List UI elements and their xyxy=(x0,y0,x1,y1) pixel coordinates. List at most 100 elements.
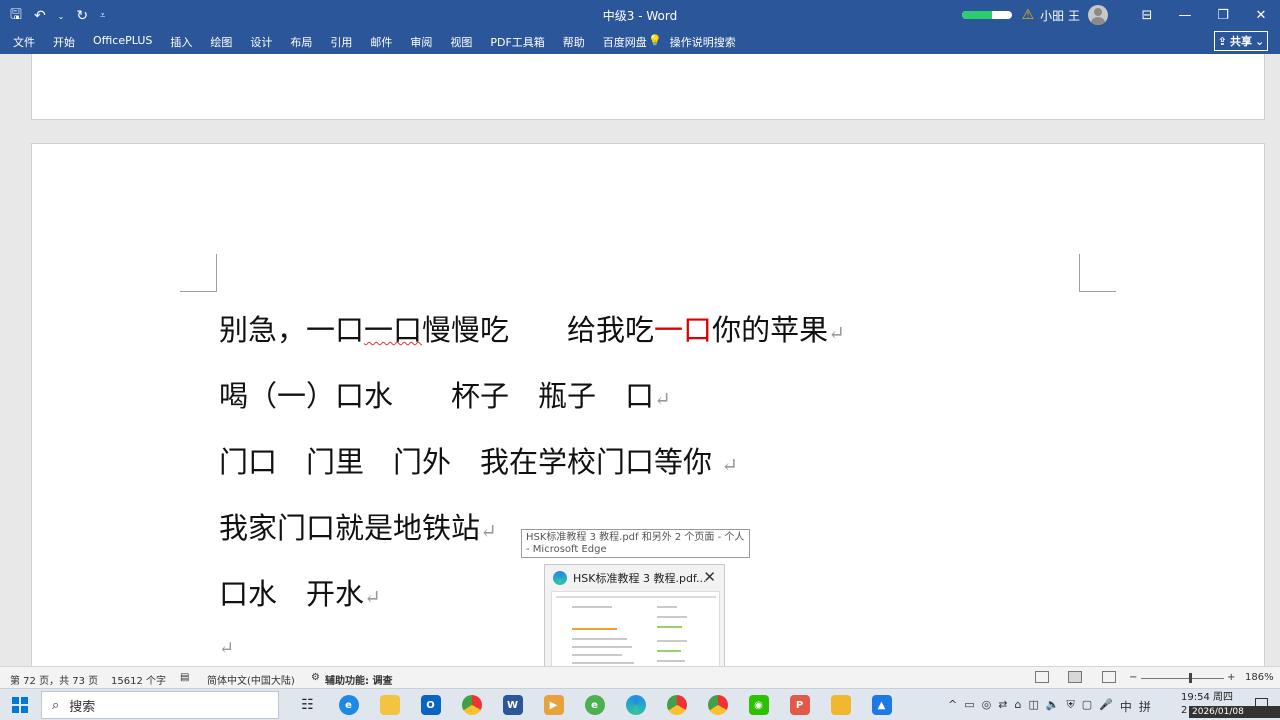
thumbnail-title: HSK标准教程 3 教程.pdf... xyxy=(573,572,707,585)
zoom-slider[interactable] xyxy=(1141,678,1224,679)
tab-2[interactable]: OfficePLUS xyxy=(93,34,152,50)
line-text: 你的苹果 xyxy=(712,313,829,347)
outlook-icon[interactable]: O xyxy=(410,692,451,718)
minimize-icon[interactable]: — xyxy=(1166,8,1204,23)
tab-10[interactable]: 视图 xyxy=(450,34,472,50)
taskbar-tooltip: HSK标准教程 3 教程.pdf 和另外 2 个页面 - 个人 - Micros… xyxy=(521,529,750,558)
paragraph-mark: ↵ xyxy=(828,321,845,345)
network-icon[interactable]: ⌂ xyxy=(1014,698,1021,715)
status-bar: 第 72 页，共 73 页 15612 个字 ▤ 简体中文(中国大陆) ⚙ 辅助… xyxy=(0,666,1280,688)
ribbon-tabs: 文件 开始 OfficePLUS 插入 绘图 设计 布局 引用 邮件 审阅 视图 PDF工具箱 帮助 百度… xyxy=(0,30,1280,54)
page-count[interactable]: 第 72 页，共 73 页 xyxy=(10,672,98,687)
paragraph-mark: ↵ xyxy=(480,519,497,543)
sync-icon[interactable]: ⇄ xyxy=(998,698,1007,715)
accessibility-status[interactable]: 辅助功能: 调查 xyxy=(325,672,392,687)
tell-me-search[interactable]: 💡 操作说明搜索 xyxy=(648,34,736,50)
avatar[interactable] xyxy=(1088,5,1108,25)
chrome-app-icon[interactable] xyxy=(451,692,492,718)
word-count[interactable]: 15612 个字 xyxy=(111,672,166,687)
volume-icon[interactable]: 🔈 xyxy=(1046,698,1060,715)
word-icon[interactable]: W xyxy=(492,692,533,718)
notes-app-icon[interactable] xyxy=(820,692,861,718)
chrome-profile-icon[interactable] xyxy=(697,692,738,718)
time: 19:54 周四 xyxy=(1181,692,1233,703)
tab-11[interactable]: PDF工具箱 xyxy=(490,34,544,50)
document-line-5[interactable]: 口水 开水↵ xyxy=(219,571,381,613)
ime-mode[interactable]: 中 xyxy=(1120,698,1132,715)
chevron-up-icon[interactable]: ^ xyxy=(948,698,957,715)
language[interactable]: 简体中文(中国大陆) xyxy=(207,672,295,687)
ie-green-icon[interactable]: e xyxy=(574,692,615,718)
ribbon-display-options-icon[interactable]: ⊟ xyxy=(1128,8,1166,23)
close-icon[interactable]: ✕ xyxy=(703,568,716,586)
display-icon[interactable]: ▢ xyxy=(1082,698,1092,715)
document-line-1[interactable]: 别急，一口一口慢慢吃 给我吃一口你的苹果↵ xyxy=(219,307,845,349)
previous-page xyxy=(31,54,1265,120)
tab-0[interactable]: 文件 xyxy=(13,34,35,50)
document-line-3[interactable]: 门口 门里 门外 我在学校门口等你 ↵ xyxy=(219,439,738,481)
camera-icon[interactable]: ◫ xyxy=(1028,698,1038,715)
tell-me-label: 操作说明搜索 xyxy=(669,36,736,49)
microphone-icon[interactable]: 🎤 xyxy=(1099,698,1113,715)
photos-icon[interactable]: ▲ xyxy=(861,692,902,718)
line-text: 喝（一）口水 杯子 瓶子 口 xyxy=(219,379,655,413)
search-placeholder: 搜索 xyxy=(69,699,96,715)
tab-8[interactable]: 邮件 xyxy=(370,34,392,50)
tab-list: 文件 开始 OfficePLUS 插入 绘图 设计 布局 引用 邮件 审阅 视图 PDF工具箱 帮助 百度… xyxy=(13,34,665,50)
tab-9[interactable]: 审阅 xyxy=(410,34,432,50)
search-icon: ⌕ xyxy=(52,697,60,713)
line-text: 门口 门里 门外 我在学校门口等你 xyxy=(219,445,722,479)
proofing-icon[interactable]: ▤ xyxy=(180,672,189,683)
pdf-reader-icon[interactable]: P xyxy=(779,692,820,718)
tab-4[interactable]: 绘图 xyxy=(210,34,232,50)
paragraph-mark: ↵ xyxy=(364,585,381,609)
document-line-4[interactable]: 我家门口就是地铁站↵ xyxy=(219,505,497,547)
edge-icon[interactable] xyxy=(615,692,656,718)
tab-3[interactable]: 插入 xyxy=(170,34,192,50)
media-player-icon[interactable]: ▶ xyxy=(533,692,574,718)
warning-icon[interactable]: ⚠ xyxy=(1022,7,1035,23)
storage-icon[interactable]: ▭ xyxy=(964,698,974,715)
chrome-icon[interactable] xyxy=(656,692,697,718)
line-text: 我家门口就是地铁站 xyxy=(219,511,481,545)
screenshot-timestamp: 2026/01/08 19:54:39 xyxy=(1189,706,1280,720)
tab-5[interactable]: 设计 xyxy=(250,34,272,50)
ie-icon[interactable]: e xyxy=(328,692,369,718)
windows-start-icon[interactable] xyxy=(12,697,28,713)
paragraph-mark: ↵ xyxy=(721,453,738,477)
title-bar: 🖫 ↶ ⌄ ↻ ⩡ 中级3 - Word ⚠ 小昍 王 ⊟ — ❐ ✕ xyxy=(0,0,1280,30)
zoom-out-button[interactable]: − xyxy=(1129,672,1137,683)
user-name[interactable]: 小昍 王 xyxy=(1040,7,1080,24)
security-icon[interactable]: ⛨ xyxy=(1067,698,1075,715)
wechat-icon[interactable]: ◉ xyxy=(738,692,779,718)
line-text: 别急，一口 xyxy=(219,313,365,347)
taskbar-search[interactable]: ⌕ 搜索 xyxy=(41,691,279,719)
task-view-icon[interactable]: ☷ xyxy=(287,692,328,718)
read-mode-icon[interactable] xyxy=(1035,671,1049,683)
share-icon: ⇪ xyxy=(1217,34,1227,48)
file-explorer-icon[interactable] xyxy=(369,692,410,718)
system-tray: ^ ▭ ◎ ⇄ ⌂ ◫ 🔈 ⛨ ▢ 🎤 中 拼 xyxy=(948,698,1151,715)
taskbar: ⌕ 搜索 ☷ e O W ▶ e ◉ P ▲ ^ ▭ ◎ ⇄ ⌂ ◫ 🔈 ⛨ ▢… xyxy=(0,688,1280,720)
print-layout-icon[interactable] xyxy=(1068,671,1082,683)
zoom-in-button[interactable]: + xyxy=(1227,672,1235,683)
margin-corner-mark-right xyxy=(1079,254,1116,292)
web-layout-icon[interactable] xyxy=(1102,671,1116,683)
sync-progress-bar xyxy=(961,11,1012,19)
restore-icon[interactable]: ❐ xyxy=(1204,8,1242,23)
chrome-tray-icon[interactable]: ◎ xyxy=(982,698,992,715)
share-button[interactable]: ⇪ 共享 ⌄ xyxy=(1214,31,1268,51)
close-icon[interactable]: ✕ xyxy=(1242,8,1280,23)
ime-pinyin[interactable]: 拼 xyxy=(1139,698,1151,715)
zoom-slider-thumb[interactable] xyxy=(1189,673,1192,683)
tab-1[interactable]: 开始 xyxy=(53,34,75,50)
paragraph-mark: ↵ xyxy=(654,387,671,411)
tab-6[interactable]: 布局 xyxy=(290,34,312,50)
line-text: 口水 开水 xyxy=(219,577,365,611)
document-line-2[interactable]: 喝（一）口水 杯子 瓶子 口↵ xyxy=(219,373,671,415)
tab-7[interactable]: 引用 xyxy=(330,34,352,50)
tab-12[interactable]: 帮助 xyxy=(563,34,585,50)
zoom-level[interactable]: 186% xyxy=(1245,672,1274,683)
edge-icon xyxy=(553,571,567,585)
tab-13[interactable]: 百度网盘 xyxy=(603,34,647,50)
